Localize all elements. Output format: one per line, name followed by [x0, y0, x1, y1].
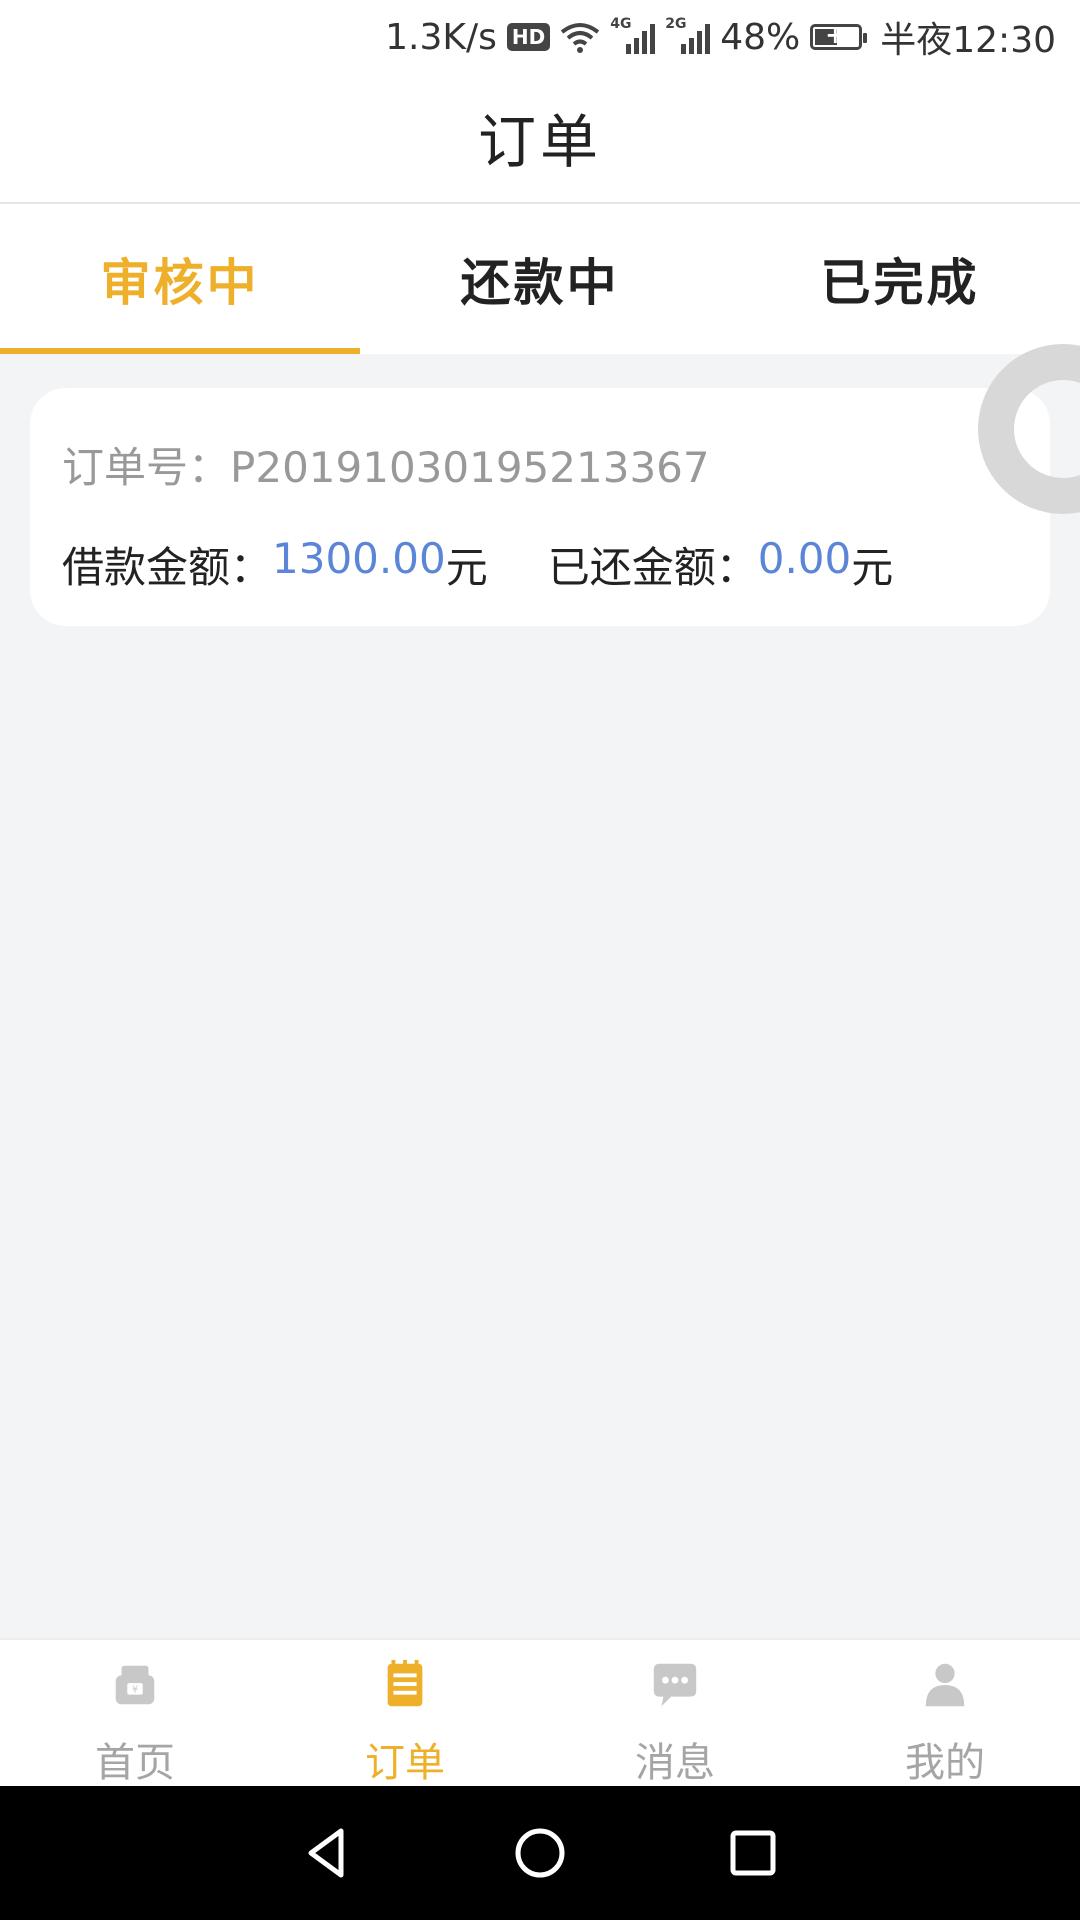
repaid-unit: 元 [851, 543, 894, 592]
tab-repaying[interactable]: 还款中 [360, 204, 720, 354]
status-bar-right: 1.3K/s HD 4G 2G 48% + 半夜12:30 [385, 14, 1056, 61]
order-list-icon [387, 1659, 423, 1707]
home-wallet-icon: ¥ [115, 1665, 155, 1705]
back-icon[interactable] [297, 1823, 357, 1883]
nav-home-label: 首页 [95, 1740, 175, 1786]
system-navigation-bar [0, 1786, 1080, 1920]
signal-4g-icon: 4G [610, 16, 656, 54]
tab-completed[interactable]: 已完成 [720, 204, 1080, 354]
battery-percent: 48% [720, 16, 801, 58]
loan-amount-label: 借款金额： [62, 543, 273, 592]
network-speed: 1.3K/s [385, 16, 497, 58]
loan-amount: 1300.00 [272, 534, 446, 583]
recent-apps-icon[interactable] [723, 1823, 783, 1883]
person-icon [925, 1663, 965, 1707]
status-bar: 1.3K/s HD 4G 2G 48% + 半夜12:30 [0, 0, 1080, 72]
signal-2g-icon: 2G [665, 16, 711, 54]
order-card[interactable]: 订单号：P20191030195213367 借款金额： 1300.00 元 已… [30, 388, 1050, 626]
amount-line: 借款金额： 1300.00 元 已还金额： 0.00 元 [62, 534, 893, 595]
home-icon[interactable] [510, 1823, 570, 1883]
order-number: P20191030195213367 [230, 443, 710, 492]
order-number-line: 订单号：P20191030195213367 [62, 434, 710, 495]
battery-charging-icon: + [810, 21, 868, 50]
message-bubble-icon [653, 1663, 697, 1707]
clock: 半夜12:30 [880, 20, 1056, 61]
repaid-amount-label: 已还金额： [547, 543, 758, 592]
order-number-label: 订单号： [62, 443, 231, 492]
order-status-tabs: 审核中 还款中 已完成 [0, 204, 1080, 354]
nav-messages[interactable]: 消息 [540, 1640, 810, 1788]
nav-profile-label: 我的 [905, 1740, 985, 1786]
page-title: 订单 [477, 108, 602, 176]
tab-under-review[interactable]: 审核中 [0, 204, 360, 354]
nav-messages-label: 消息 [635, 1740, 715, 1786]
loan-unit: 元 [445, 543, 488, 592]
bottom-navigation: ¥ 首页 订单 消息 我的 [0, 1638, 1080, 1788]
hd-icon: HD [506, 23, 551, 51]
svg-text:¥: ¥ [132, 1685, 138, 1696]
nav-orders[interactable]: 订单 [270, 1640, 540, 1788]
repaid-amount: 0.00 [757, 534, 852, 583]
page-header: 订单 [0, 72, 1080, 204]
wifi-icon [561, 23, 600, 53]
nav-orders-label: 订单 [365, 1740, 445, 1786]
nav-home[interactable]: ¥ 首页 [0, 1640, 270, 1788]
nav-profile[interactable]: 我的 [810, 1640, 1080, 1788]
screen: 1.3K/s HD 4G 2G 48% + 半夜12:30 订单 审核中 还款中… [0, 0, 1080, 1920]
